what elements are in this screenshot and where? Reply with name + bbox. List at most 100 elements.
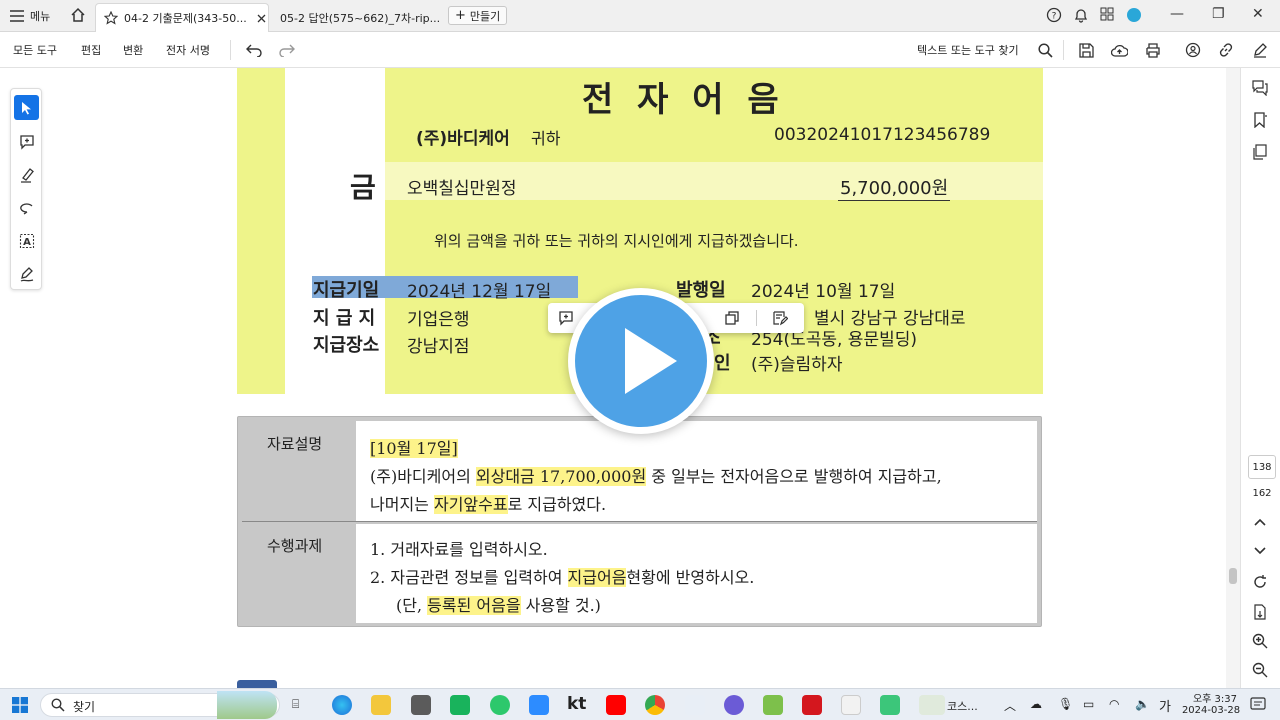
- select-tool-icon[interactable]: [14, 95, 39, 120]
- section-icon: [237, 680, 277, 688]
- app-icon[interactable]: [880, 695, 900, 715]
- issue-date-label: 발행일: [676, 280, 726, 301]
- search-icon: [51, 698, 65, 712]
- app-icon[interactable]: [411, 695, 431, 715]
- edit-text-icon[interactable]: [772, 310, 788, 326]
- page-up-icon[interactable]: [1253, 517, 1267, 527]
- battery-icon[interactable]: ▭: [1083, 697, 1094, 711]
- chrome-icon[interactable]: [645, 695, 665, 715]
- desc-highlight: 외상대금 17,700,000원: [475, 467, 647, 486]
- new-tab-button[interactable]: + 만들기: [448, 6, 508, 25]
- all-tools-menu[interactable]: 모든 도구: [13, 42, 57, 58]
- desc-text: 중 일부는 전자어음으로 발행하여 지급하고,: [646, 467, 942, 486]
- pay-place-label: 지급장소: [313, 335, 380, 356]
- divider: [230, 40, 231, 60]
- cloud-icon[interactable]: ☁: [1030, 697, 1042, 711]
- acrobat-icon[interactable]: [802, 695, 822, 715]
- upload-cloud-icon[interactable]: [1109, 40, 1129, 60]
- kt-app-icon[interactable]: kt: [567, 694, 586, 714]
- share-user-icon[interactable]: [1183, 40, 1203, 60]
- zoom-in-icon[interactable]: [1252, 633, 1268, 649]
- wifi-icon[interactable]: ◠: [1109, 697, 1119, 711]
- task-text: 2. 자금관련 정보를 입력하여: [370, 568, 568, 587]
- export-pdf-icon[interactable]: [1252, 604, 1268, 620]
- sign-pen-icon[interactable]: [1250, 40, 1270, 60]
- text-box-tool-icon[interactable]: A: [14, 228, 39, 253]
- pages-panel-icon[interactable]: [1252, 144, 1268, 160]
- desc-text: 로 지급하였다.: [507, 495, 607, 514]
- tab-second-document[interactable]: 05-2 답안(575~662)_7차-rip...: [272, 3, 442, 32]
- account-avatar-icon[interactable]: [1126, 7, 1142, 23]
- note-title: 전 자 어 음: [582, 80, 785, 120]
- page-down-icon[interactable]: [1253, 546, 1267, 556]
- volume-icon[interactable]: 🔈: [1135, 697, 1150, 711]
- comment-icon[interactable]: [558, 310, 574, 326]
- save-icon[interactable]: [1076, 40, 1096, 60]
- taskbar-app-label[interactable]: 코스...: [947, 698, 978, 714]
- menu-button[interactable]: 메뉴: [10, 8, 50, 24]
- menu-label: 메뉴: [30, 10, 51, 23]
- task-view-icon[interactable]: ⌸: [292, 697, 299, 712]
- windows-start-icon[interactable]: [12, 697, 28, 713]
- app-icon[interactable]: [841, 695, 861, 715]
- copy-icon[interactable]: [724, 310, 740, 326]
- desc-line1: (주)바디케어의 외상대금 17,700,000원 중 일부는 전자어음으로 발…: [370, 463, 942, 487]
- edit-menu[interactable]: 편집: [81, 42, 101, 58]
- new-tab-label: 만들기: [469, 9, 501, 23]
- highlight-pen-tool-icon[interactable]: [14, 162, 39, 187]
- e-sign-menu[interactable]: 전자 서명: [166, 42, 210, 58]
- task-item-3: (단, 등록된 어음을 사용할 것.): [396, 592, 601, 616]
- find-text-tools[interactable]: 텍스트 또는 도구 찾기: [917, 42, 1019, 58]
- restore-icon[interactable]: ❐: [1212, 6, 1225, 22]
- youtube-icon[interactable]: [606, 695, 626, 715]
- taskbar-search[interactable]: 찾기: [40, 691, 280, 719]
- bell-icon[interactable]: [1073, 7, 1089, 23]
- bookmarks-icon[interactable]: [1252, 112, 1268, 128]
- add-comment-tool-icon[interactable]: [14, 129, 39, 154]
- tray-chevron-icon[interactable]: ︿: [1004, 697, 1016, 714]
- line-app-icon[interactable]: [490, 695, 510, 715]
- comments-panel-icon[interactable]: [1252, 80, 1268, 96]
- star-icon[interactable]: [104, 11, 118, 25]
- app-icon[interactable]: [763, 695, 783, 715]
- note-number: 00320241017123456789: [774, 125, 991, 145]
- copilot-icon[interactable]: [724, 695, 744, 715]
- play-button[interactable]: [568, 288, 714, 434]
- link-icon[interactable]: [1216, 40, 1236, 60]
- payer-label: 지 급 지: [313, 308, 376, 329]
- edge-browser-icon[interactable]: [332, 695, 352, 715]
- divider: [242, 521, 1037, 522]
- zoom-out-icon[interactable]: [1252, 662, 1268, 678]
- app-icon[interactable]: [919, 695, 945, 715]
- home-icon[interactable]: [70, 7, 86, 23]
- task-content: 1. 거래자료를 입력하시오. 2. 자금관련 정보를 입력하여 지급어음현황에…: [356, 524, 1037, 623]
- draw-tool-icon[interactable]: [14, 195, 39, 220]
- notification-icon[interactable]: [1250, 697, 1266, 711]
- vertical-scrollbar[interactable]: [1226, 68, 1240, 688]
- tab-active-document[interactable]: 04-2 기출문제(343-50...: [95, 3, 269, 32]
- undo-icon[interactable]: [244, 40, 264, 60]
- print-icon[interactable]: [1143, 40, 1163, 60]
- window-close-icon[interactable]: ✕: [1252, 6, 1264, 22]
- naver-icon[interactable]: [450, 695, 470, 715]
- zoom-app-icon[interactable]: [529, 695, 549, 715]
- apps-grid-icon[interactable]: [1100, 7, 1114, 21]
- convert-menu[interactable]: 변환: [123, 42, 143, 58]
- file-explorer-icon[interactable]: [371, 695, 391, 715]
- redo-icon[interactable]: [277, 40, 297, 60]
- close-icon[interactable]: [257, 14, 266, 23]
- scroll-thumb[interactable]: [1229, 568, 1237, 584]
- problem-box: 자료설명 [10월 17일] (주)바디케어의 외상대금 17,700,000원…: [237, 416, 1042, 627]
- current-page-field[interactable]: 138: [1248, 455, 1276, 479]
- ime-indicator[interactable]: 가: [1159, 696, 1171, 715]
- clock-date[interactable]: 2024-03-28: [1180, 705, 1242, 716]
- minimize-icon[interactable]: —: [1170, 6, 1184, 22]
- search-icon[interactable]: [1035, 40, 1055, 60]
- pay-statement: 위의 금액을 귀하 또는 귀하의 지시인에게 지급하겠습니다.: [434, 232, 799, 250]
- fill-sign-tool-icon[interactable]: [14, 261, 39, 286]
- microphone-icon[interactable]: 🎙: [1058, 697, 1073, 711]
- stock-app-icon[interactable]: [685, 695, 705, 715]
- help-icon[interactable]: ?: [1046, 7, 1062, 23]
- clock-time[interactable]: 오후 3:37: [1190, 690, 1240, 705]
- refresh-icon[interactable]: [1252, 574, 1268, 590]
